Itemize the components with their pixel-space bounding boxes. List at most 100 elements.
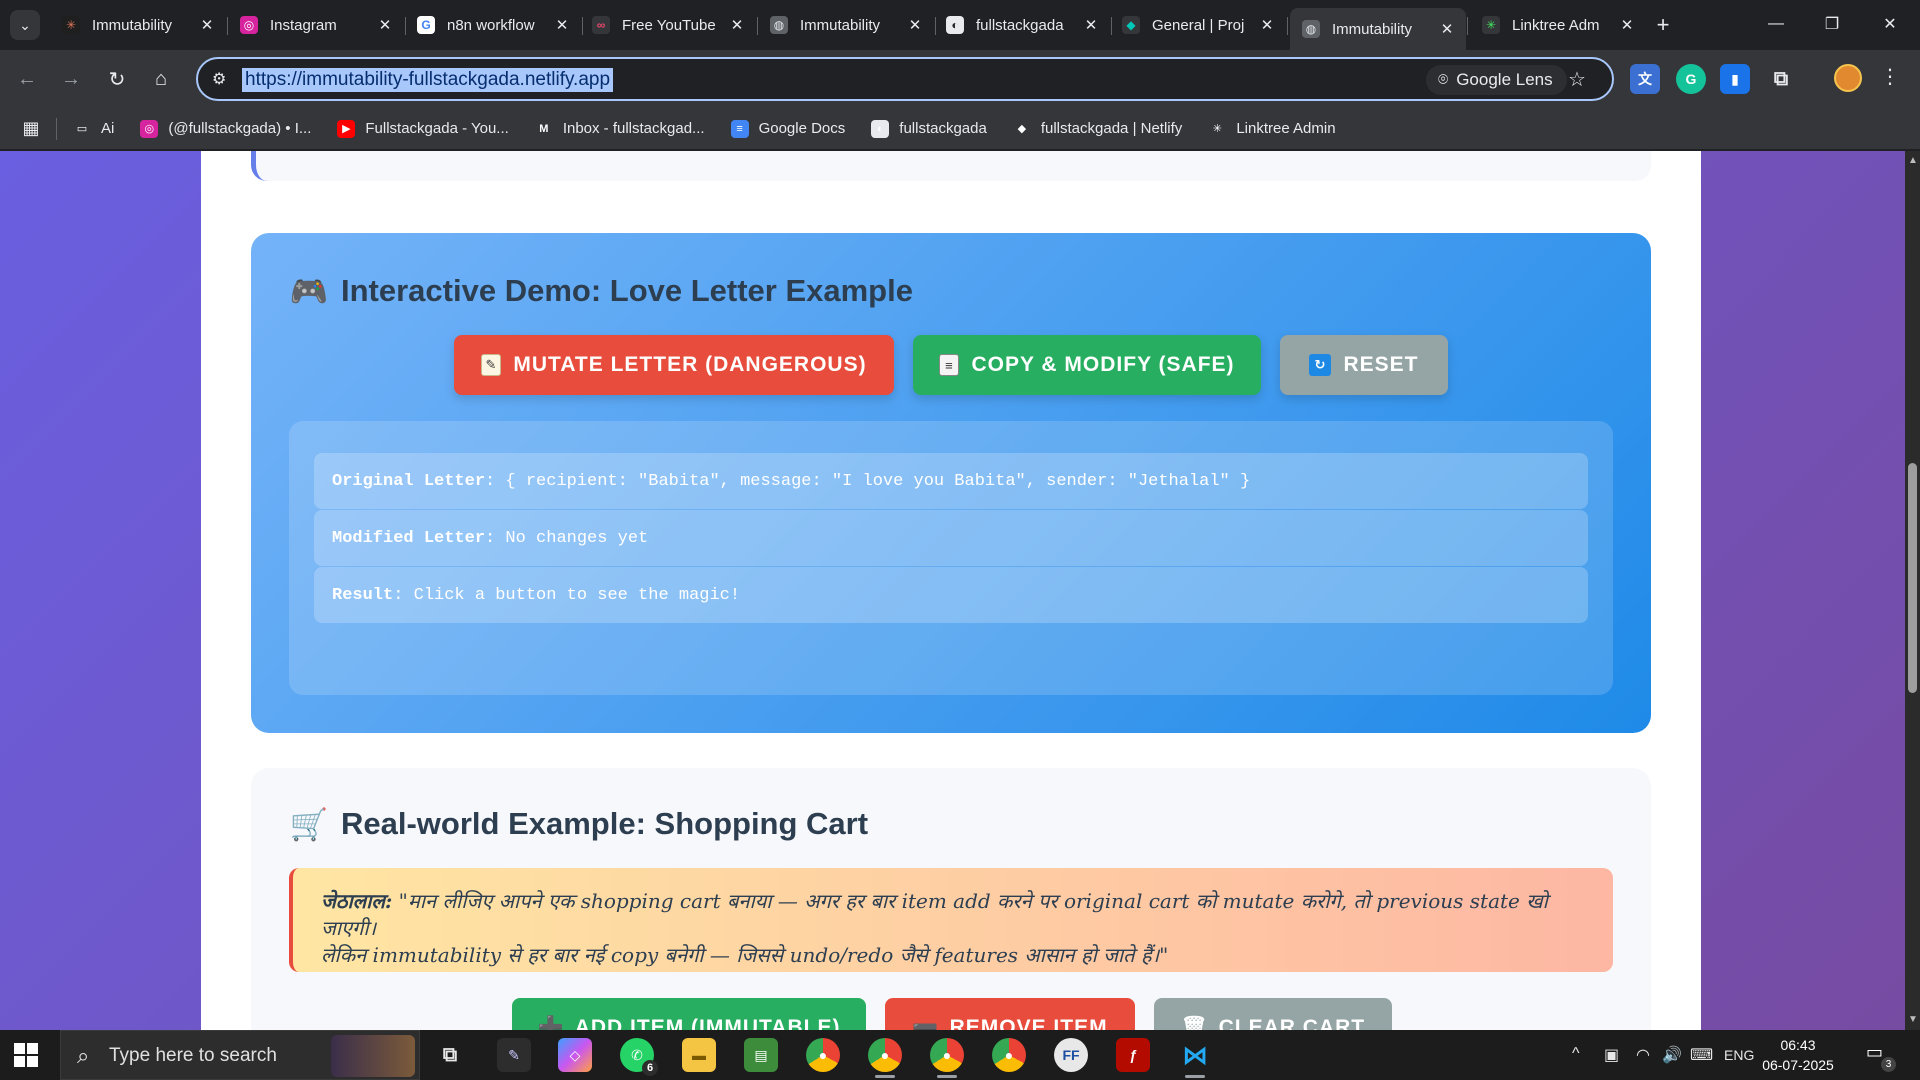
github-icon: ◐	[871, 119, 890, 138]
taskbar-clock[interactable]: 06:43 06-07-2025	[1758, 1035, 1838, 1075]
show-hidden-icons-chevron-icon[interactable]: ^	[1572, 1045, 1580, 1063]
browser-tab[interactable]: ◍ Immutability ✕	[758, 8, 934, 42]
bookmark-item[interactable]: M Inbox - fullstackgad...	[534, 119, 705, 138]
taskbar-search[interactable]: ⌕ Type here to search	[60, 1030, 420, 1080]
restore-button[interactable]: ❐	[1812, 6, 1852, 42]
translate-extension-icon[interactable]: 文	[1630, 64, 1660, 94]
task-view-icon[interactable]: ⧉	[433, 1038, 467, 1072]
tab-search-button[interactable]: ⌄	[10, 10, 40, 40]
back-button[interactable]: ←	[12, 64, 42, 94]
bookmark-star-icon[interactable]: ☆	[1568, 67, 1586, 92]
chrome-icon[interactable]: ●	[806, 1038, 840, 1072]
mutate-letter-button[interactable]: ✎ MUTATE LETTER (DANGEROUS)	[454, 335, 894, 395]
vscode-icon[interactable]: ⋈	[1178, 1038, 1212, 1078]
windows-start-icon[interactable]	[14, 1043, 38, 1067]
copy-modify-button[interactable]: ≡ COPY & MODIFY (SAFE)	[913, 335, 1261, 395]
clear-cart-label: CLEAR CART	[1218, 1016, 1366, 1030]
scrollbar-thumb[interactable]	[1908, 463, 1917, 693]
copilot-icon[interactable]: ◇	[558, 1038, 592, 1072]
volume-icon[interactable]: 🔊	[1662, 1045, 1682, 1065]
tab-favicon-icon: ✳	[62, 16, 80, 34]
docs-extension-icon[interactable]: ▮	[1720, 64, 1750, 94]
url-text[interactable]: https://immutability-fullstackgada.netli…	[242, 68, 614, 92]
close-window-button[interactable]: ✕	[1870, 6, 1910, 42]
modified-letter-row: Modified Letter: No changes yet	[314, 510, 1588, 566]
page-viewport: 🎮 Interactive Demo: Love Letter Example …	[0, 151, 1905, 1030]
tab-label: General | Proj	[1152, 16, 1245, 34]
profile-avatar[interactable]	[1834, 64, 1862, 92]
tab-close-icon[interactable]: ✕	[553, 16, 571, 34]
bookmarks-divider	[56, 117, 57, 140]
browser-tab[interactable]: ◎ Instagram ✕	[228, 8, 404, 42]
chrome-profile-2-icon[interactable]: ●	[868, 1038, 902, 1078]
tab-close-icon[interactable]: ✕	[728, 16, 746, 34]
browser-tab[interactable]: ◆ General | Proj ✕	[1110, 8, 1286, 42]
page-scrollbar[interactable]: ▲ ▼	[1905, 151, 1920, 1030]
shopping-cart-icon: 🛒	[289, 806, 329, 842]
google-docs-icon: ≡	[730, 119, 749, 138]
browser-menu-icon[interactable]: ⋮	[1880, 64, 1900, 89]
browser-tab[interactable]: ◐ fullstackgada ✕	[934, 8, 1110, 42]
tab-separator	[1467, 17, 1468, 35]
browser-tab[interactable]: ✳ Linktree Adm ✕	[1470, 8, 1646, 42]
browser-tab[interactable]: ✳ Immutability ✕	[50, 8, 226, 42]
bookmark-item[interactable]: ≡ Google Docs	[730, 119, 845, 138]
tab-favicon-icon: ∞	[592, 16, 610, 34]
bookmark-label: Linktree Admin	[1236, 120, 1336, 137]
address-bar[interactable]: ⚙ https://immutability-fullstackgada.net…	[196, 57, 1614, 101]
new-tab-button[interactable]: +	[1650, 12, 1676, 38]
grammarly-extension-icon[interactable]: G	[1676, 64, 1706, 94]
windows-taskbar: ⌕ Type here to search ⧉ ✎ ◇ ✆ 6 ▬ ▤ ● ● ●…	[0, 1030, 1920, 1080]
bookmark-item[interactable]: ◎ (@fullstackgada) • I...	[140, 119, 311, 138]
add-item-button[interactable]: ➕ ADD ITEM (IMMUTABLE)	[512, 998, 866, 1030]
bookmark-item[interactable]: ▭ Ai	[73, 119, 114, 138]
reset-button[interactable]: ↻ RESET	[1280, 335, 1448, 395]
ffdec-icon[interactable]: FF	[1054, 1038, 1088, 1072]
remove-item-button[interactable]: ➖ REMOVE ITEM	[885, 998, 1135, 1030]
bookmark-label: Fullstackgada - You...	[365, 120, 509, 137]
flash-player-icon[interactable]: ƒ	[1116, 1038, 1150, 1072]
extensions-puzzle-icon[interactable]: ⧉	[1766, 64, 1796, 94]
chrome-profile-3-icon[interactable]: ●	[930, 1038, 964, 1078]
clear-cart-button[interactable]: 🗑 CLEAR CART	[1154, 998, 1392, 1030]
minimize-button[interactable]: —	[1756, 6, 1796, 42]
scroll-up-icon[interactable]: ▲	[1908, 156, 1918, 166]
tab-close-icon[interactable]: ✕	[1258, 16, 1276, 34]
bookmark-item[interactable]: ◐ fullstackgada	[871, 119, 987, 138]
pen-app-icon[interactable]: ✎	[497, 1038, 531, 1072]
tab-close-icon[interactable]: ✕	[198, 16, 216, 34]
file-explorer-icon[interactable]: ▬	[682, 1038, 716, 1072]
tab-close-icon[interactable]: ✕	[1618, 16, 1636, 34]
bookmark-item[interactable]: ✳ Linktree Admin	[1208, 119, 1336, 138]
wifi-icon[interactable]: ◠	[1636, 1045, 1650, 1065]
browser-tab[interactable]: ∞ Free YouTube ✕	[580, 8, 756, 42]
tab-close-icon[interactable]: ✕	[1082, 16, 1100, 34]
meet-now-icon[interactable]: ▣	[1604, 1045, 1619, 1065]
language-indicator[interactable]: ENG	[1724, 1047, 1754, 1063]
clock-time: 06:43	[1780, 1037, 1816, 1053]
reload-button[interactable]: ↻	[102, 64, 132, 94]
home-button[interactable]: ⌂	[146, 64, 176, 94]
scroll-down-icon[interactable]: ▼	[1908, 1015, 1918, 1025]
forward-button[interactable]: →	[56, 64, 86, 94]
notifications-icon[interactable]: ▭ 3	[1866, 1042, 1896, 1072]
spreadsheet-app-icon[interactable]: ▤	[744, 1038, 778, 1072]
tab-favicon-icon: ◍	[770, 16, 788, 34]
browser-tab[interactable]: ◍ Immutability ✕	[1290, 8, 1466, 50]
google-lens-button[interactable]: ⌾ Google Lens	[1426, 65, 1567, 95]
bookmark-item[interactable]: ▶ Fullstackgada - You...	[337, 119, 509, 138]
arrow-right-icon: →	[61, 67, 81, 90]
interactive-demo-section: 🎮 Interactive Demo: Love Letter Example …	[251, 233, 1651, 733]
apps-grid-icon[interactable]: ▦	[18, 116, 44, 142]
site-info-icon[interactable]: ⚙	[212, 69, 226, 89]
bookmark-item[interactable]: ◆ fullstackgada | Netlify	[1012, 119, 1182, 138]
whatsapp-icon[interactable]: ✆ 6	[620, 1038, 658, 1076]
tab-close-icon[interactable]: ✕	[376, 16, 394, 34]
tab-close-icon[interactable]: ✕	[906, 16, 924, 34]
bookmarks-bar: ▦ ▭ Ai ◎ (@fullstackgada) • I... ▶ Fullstackg…	[0, 108, 1920, 150]
content-container: 🎮 Interactive Demo: Love Letter Example …	[201, 151, 1701, 1030]
browser-tab[interactable]: Gn8n workflow ✕	[405, 8, 581, 42]
chrome-profile-4-icon[interactable]: ●	[992, 1038, 1026, 1072]
keyboard-layout-icon[interactable]: ⌨	[1690, 1045, 1713, 1065]
tab-close-icon[interactable]: ✕	[1438, 20, 1456, 38]
